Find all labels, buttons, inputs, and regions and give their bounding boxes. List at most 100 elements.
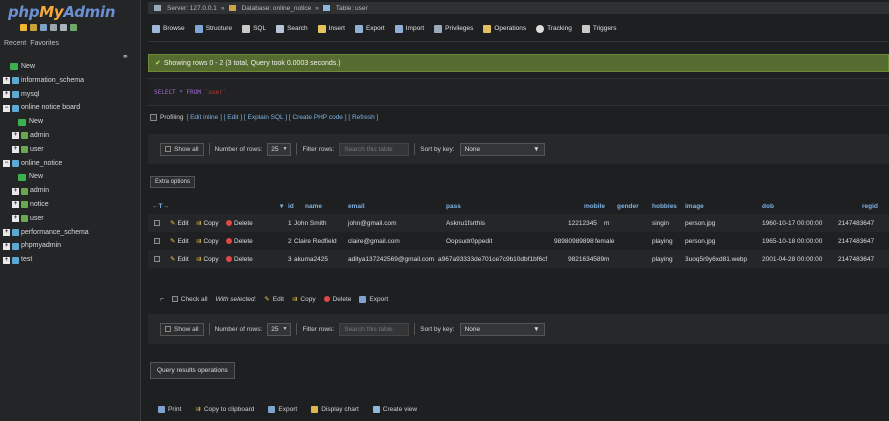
delete-button[interactable]: Delete [226, 220, 253, 227]
docs-icon[interactable] [50, 24, 57, 31]
tree-item-mysql[interactable]: + mysql [0, 88, 141, 102]
delete-button[interactable]: Delete [226, 256, 253, 263]
display-chart-button[interactable]: Display chart [311, 405, 359, 413]
create-view-button[interactable]: Create view [372, 405, 417, 413]
collapse-icon[interactable]: − [3, 104, 10, 112]
phpmyadmin-logo[interactable]: phpMyAdmin [8, 3, 116, 21]
expand-icon[interactable]: + [12, 215, 19, 223]
tree-item-new[interactable]: New [0, 170, 141, 184]
reload-icon[interactable] [70, 24, 77, 31]
tab-insert[interactable]: Insert [317, 24, 345, 33]
edit-button[interactable]: ✎ Edit [170, 237, 189, 246]
col-header-regid[interactable]: regid [862, 203, 878, 210]
tab-recent[interactable]: Recent [4, 40, 26, 47]
tab-privileges[interactable]: Privileges [434, 24, 473, 33]
tab-operations[interactable]: Operations [483, 24, 526, 33]
sort-icon[interactable]: ▾ [280, 202, 283, 210]
show-all-toggle[interactable]: Show all [160, 322, 204, 336]
expand-icon[interactable]: + [3, 256, 10, 264]
sort-by-key-select[interactable]: None ▼ [459, 322, 545, 336]
tree-item-new[interactable]: New [0, 115, 141, 129]
edit-button[interactable]: ✎ Edit [170, 255, 189, 264]
breadcrumb-table[interactable]: Table: user [336, 5, 368, 12]
col-header-pass[interactable]: pass [446, 203, 461, 210]
tab-import[interactable]: Import [394, 24, 424, 33]
col-header-email[interactable]: email [348, 203, 365, 210]
bulk-edit-button[interactable]: ✎ Edit [264, 295, 284, 304]
copy-clipboard-button[interactable]: ⇉ Copy to clipboard [195, 405, 254, 414]
col-header-dob[interactable]: dob [762, 203, 774, 210]
row-checkbox[interactable] [154, 256, 160, 262]
tree-item-information-schema[interactable]: + information_schema [0, 74, 141, 88]
expand-icon[interactable]: + [12, 187, 19, 195]
show-all-checkbox[interactable] [165, 146, 171, 152]
breadcrumb-server[interactable]: Server: 127.0.0.1 [167, 5, 217, 12]
profiling-checkbox[interactable] [150, 114, 157, 121]
bulk-export-button[interactable]: Export [359, 295, 388, 303]
database-icon [12, 104, 19, 112]
filter-rows-input[interactable]: Search this table [339, 142, 410, 156]
tab-sql[interactable]: SQL [242, 24, 266, 33]
logout-icon[interactable] [30, 24, 37, 31]
sql-query-box[interactable]: SELECT * FROM `user` [148, 78, 889, 106]
query-icon[interactable] [40, 24, 47, 31]
delete-button[interactable]: Delete [226, 238, 253, 245]
tree-item-test[interactable]: + test [0, 253, 141, 267]
copy-button[interactable]: ⇉ Copy [196, 219, 219, 228]
tree-item-admin[interactable]: + admin [0, 184, 141, 198]
home-icon[interactable] [20, 24, 27, 31]
tab-tracking[interactable]: Tracking [536, 24, 572, 33]
bulk-copy-button[interactable]: ⇉ Copy [292, 295, 316, 304]
tree-item-admin[interactable]: + admin [0, 129, 141, 143]
rows-per-page-select[interactable]: 25 ▼ [267, 322, 292, 336]
edit-button[interactable]: ✎ Edit [170, 219, 189, 228]
settings-icon[interactable] [60, 24, 67, 31]
copy-button[interactable]: ⇉ Copy [196, 237, 219, 246]
expand-icon[interactable]: + [12, 146, 19, 154]
tree-item-notice[interactable]: + notice [0, 198, 141, 212]
tab-structure[interactable]: Structure [194, 24, 232, 33]
tree-item-new[interactable]: New [0, 60, 141, 74]
column-arrows-icon[interactable]: ←T→ [152, 203, 169, 210]
filter-rows-input[interactable]: Search this table [339, 322, 410, 336]
tree-item-online-notice[interactable]: − online_notice [0, 157, 141, 171]
row-checkbox[interactable] [154, 238, 160, 244]
col-header-image[interactable]: image [685, 203, 704, 210]
expand-icon[interactable]: + [3, 242, 10, 250]
tab-favorites[interactable]: Favorites [30, 40, 59, 47]
query-links[interactable]: [ Edit inline ] [ Edit ] [ Explain SQL ]… [186, 114, 378, 121]
tab-browse[interactable]: Browse [152, 24, 185, 33]
check-all-checkbox[interactable] [171, 296, 178, 302]
bulk-delete-button[interactable]: Delete [323, 296, 351, 303]
expand-icon[interactable]: + [12, 201, 19, 209]
rows-per-page-select[interactable]: 25 ▼ [267, 142, 292, 156]
show-all-checkbox[interactable] [165, 326, 171, 332]
tree-item-performance-schema[interactable]: + performance_schema [0, 226, 141, 240]
col-header-name[interactable]: name [305, 203, 322, 210]
col-header-mobile[interactable]: mobile [584, 203, 605, 210]
expand-icon[interactable]: + [3, 90, 10, 98]
col-header-hobbies[interactable]: hobbies [652, 203, 677, 210]
tree-item-user[interactable]: + user [0, 143, 141, 157]
tree-item-phpmyadmin[interactable]: + phpmyadmin [0, 239, 141, 253]
tab-search[interactable]: Search [276, 24, 308, 33]
tree-item-online-notice-board[interactable]: − online notice board [0, 101, 141, 115]
export-button[interactable]: Export [268, 405, 297, 413]
tab-triggers[interactable]: Triggers [581, 24, 616, 33]
print-button[interactable]: Print [158, 405, 181, 413]
col-header-gender[interactable]: gender [617, 203, 639, 210]
check-all-toggle[interactable]: Check all [171, 296, 208, 303]
expand-icon[interactable]: + [3, 228, 10, 236]
show-all-toggle[interactable]: Show all [160, 142, 204, 156]
row-checkbox[interactable] [154, 220, 160, 226]
extra-options-button[interactable]: Extra options [150, 176, 196, 188]
collapse-icon[interactable]: − [3, 159, 10, 167]
sort-by-key-select[interactable]: None ▼ [459, 142, 545, 156]
tab-export[interactable]: Export [354, 24, 385, 33]
expand-icon[interactable]: + [3, 77, 10, 85]
tree-item-user[interactable]: + user [0, 212, 141, 226]
col-header-id[interactable]: id [288, 203, 294, 210]
expand-icon[interactable]: + [12, 132, 19, 140]
breadcrumb-database[interactable]: Database: online_notice [242, 5, 312, 12]
copy-button[interactable]: ⇉ Copy [196, 255, 219, 264]
